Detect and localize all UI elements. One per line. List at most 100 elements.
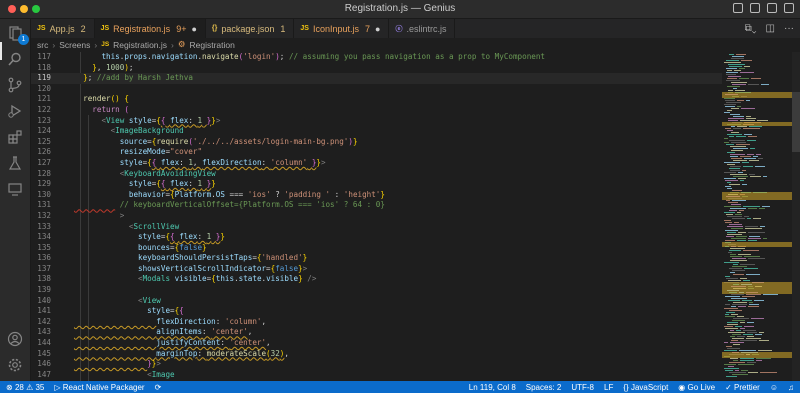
tab-registration-js[interactable]: JS Registration.js 9+ ● (94, 19, 206, 38)
breadcrumb-item[interactable]: Registration (190, 40, 235, 50)
code-line[interactable]: 122 return ( (31, 105, 722, 116)
code-line[interactable]: 131 // keyboardVerticalOffset={Platform.… (31, 200, 722, 211)
minimap-line (724, 112, 730, 113)
minimap-line (731, 298, 747, 299)
minimap-line (747, 218, 751, 219)
tab-eslintrc-js[interactable]: ⓔ .eslintrc.js (389, 19, 456, 38)
line-number: 131 (37, 200, 51, 210)
more-actions-icon[interactable]: ··· (784, 23, 794, 34)
code-line[interactable]: 132 > (31, 211, 722, 222)
toggle-secondary-sidebar-icon[interactable] (767, 3, 777, 13)
customize-layout-icon[interactable] (784, 3, 794, 13)
minimap-line (725, 100, 735, 101)
code-line-current[interactable]: 119 }; //add by Harsh Jethva (31, 73, 722, 84)
breadcrumb: src › Screens › JS Registration.js › ⚙ R… (31, 38, 800, 51)
minimap[interactable] (722, 52, 792, 381)
tab-package-json[interactable]: {} package.json 1 (206, 19, 295, 38)
code-line[interactable]: 143 alignItems: 'center', (31, 327, 722, 338)
code-line[interactable]: 137 showsVerticalScrollIndicator={false}… (31, 264, 722, 275)
go-live-button[interactable]: ◉ Go Live (678, 383, 715, 392)
minimap-line (742, 296, 755, 297)
minimap-line (725, 316, 735, 317)
breadcrumb-item[interactable]: src (37, 40, 48, 50)
code-line[interactable]: 123 <View style={{ flex: 1 }}> (31, 116, 722, 127)
code-editor[interactable]: 117 this.props.navigation.navigate('logi… (31, 52, 722, 381)
code-text: <View (138, 295, 161, 305)
code-line[interactable]: 139 (31, 285, 722, 296)
code-line[interactable]: 142 flexDirection: 'column', (31, 317, 722, 328)
feedback-icon[interactable]: ☺ (770, 383, 778, 392)
unsaved-dot-icon[interactable]: ● (375, 24, 380, 34)
code-line[interactable]: 129 style={{ flex: 1 }} (31, 179, 722, 190)
indentation[interactable]: Spaces: 2 (526, 383, 562, 392)
code-line[interactable]: 117 this.props.navigation.navigate('logi… (31, 52, 722, 63)
code-line[interactable]: 134 style={{ flex: 1 }} (31, 232, 722, 243)
minimap-line (728, 280, 741, 281)
code-line[interactable]: 135 bounces={false} (31, 243, 722, 254)
run-code-icon[interactable]: ⧉⌄ (745, 23, 757, 34)
code-line[interactable]: 145 marginTop: moderateScale(32), (31, 349, 722, 360)
code-line[interactable]: 118 }, 1000); (31, 63, 722, 74)
minimap-line (747, 332, 757, 333)
source-control-icon[interactable] (7, 77, 23, 93)
code-line[interactable]: 138 <Modals visible={this.state.visible}… (31, 274, 722, 285)
minimap-line (729, 362, 745, 363)
run-debug-icon[interactable] (7, 103, 23, 119)
tab-iconinput-js[interactable]: JS IconInput.js 7 ● (294, 19, 390, 38)
code-line[interactable]: 125 source={require('./../../assets/logi… (31, 137, 722, 148)
minimap-line (725, 304, 730, 305)
vertical-scrollbar[interactable] (792, 52, 800, 381)
code-line[interactable]: 147 <Image (31, 370, 722, 381)
scrollbar-thumb[interactable] (792, 92, 800, 152)
split-editor-icon[interactable]: ◫ (766, 23, 775, 34)
code-line[interactable]: 136 keyboardShouldPersistTaps={'handled'… (31, 253, 722, 264)
minimap-line (755, 334, 762, 335)
code-text: showsVerticalScrollIndicator={false}> (138, 263, 308, 273)
extensions-icon[interactable] (7, 129, 23, 145)
toggle-panel-icon[interactable] (750, 3, 760, 13)
settings-gear-icon[interactable] (7, 357, 23, 373)
minimap-line (748, 238, 761, 239)
code-line[interactable]: 121 render() { (31, 94, 722, 105)
code-line[interactable]: 133 <ScrollView (31, 222, 722, 233)
tab-app-js[interactable]: JS App.js 2 (31, 19, 95, 38)
minimap-line (730, 146, 746, 147)
notifications-bell-icon[interactable]: ♫ (788, 383, 794, 392)
end-of-line[interactable]: LF (604, 383, 613, 392)
breadcrumb-item[interactable]: Registration.js (113, 40, 167, 50)
breadcrumb-item[interactable]: Screens (59, 40, 90, 50)
minimap-warning-highlight (722, 352, 792, 358)
code-line[interactable]: 130 behavior={Platform.OS === 'ios' ? 'p… (31, 190, 722, 201)
testing-icon[interactable] (7, 155, 23, 171)
problems-indicator[interactable]: ⊗ 28 ⚠ 35 (6, 383, 44, 392)
cursor-position[interactable]: Ln 119, Col 8 (469, 383, 516, 392)
search-icon[interactable] (7, 51, 23, 67)
code-line[interactable]: 120 (31, 84, 722, 95)
minimap-line (738, 172, 743, 173)
minimap-line (728, 300, 740, 301)
minimap-line (736, 236, 747, 237)
minimap-line (731, 150, 743, 151)
code-line[interactable]: 144 justifyContent: 'center', (31, 338, 722, 349)
line-number: 139 (37, 285, 51, 295)
sync-icon[interactable]: ⟳ (155, 383, 162, 392)
code-line[interactable]: 128 <KeyboardAvoidingView (31, 169, 722, 180)
code-line[interactable]: 127 style={{ flex: 1, flexDirection: 'co… (31, 158, 722, 169)
toggle-sidebar-icon[interactable] (733, 3, 743, 13)
minimap-line (735, 370, 739, 371)
minimap-line (749, 236, 760, 237)
prettier-status[interactable]: ✓ Prettier (725, 383, 760, 392)
language-mode[interactable]: {} JavaScript (623, 383, 668, 392)
account-icon[interactable] (7, 331, 23, 347)
code-line[interactable]: 146 }}> (31, 359, 722, 370)
encoding[interactable]: UTF-8 (571, 383, 594, 392)
unsaved-dot-icon[interactable]: ● (191, 24, 196, 34)
line-number: 134 (37, 232, 51, 242)
code-line[interactable]: 141 style={{ (31, 306, 722, 317)
packager-status[interactable]: ▷ React Native Packager (54, 383, 144, 392)
remote-explorer-icon[interactable] (7, 181, 23, 197)
code-line[interactable]: 124 <ImageBackground (31, 126, 722, 137)
code-line[interactable]: 140 <View (31, 296, 722, 307)
minimap-line (727, 226, 743, 227)
code-line[interactable]: 126 resizeMode="cover" (31, 147, 722, 158)
